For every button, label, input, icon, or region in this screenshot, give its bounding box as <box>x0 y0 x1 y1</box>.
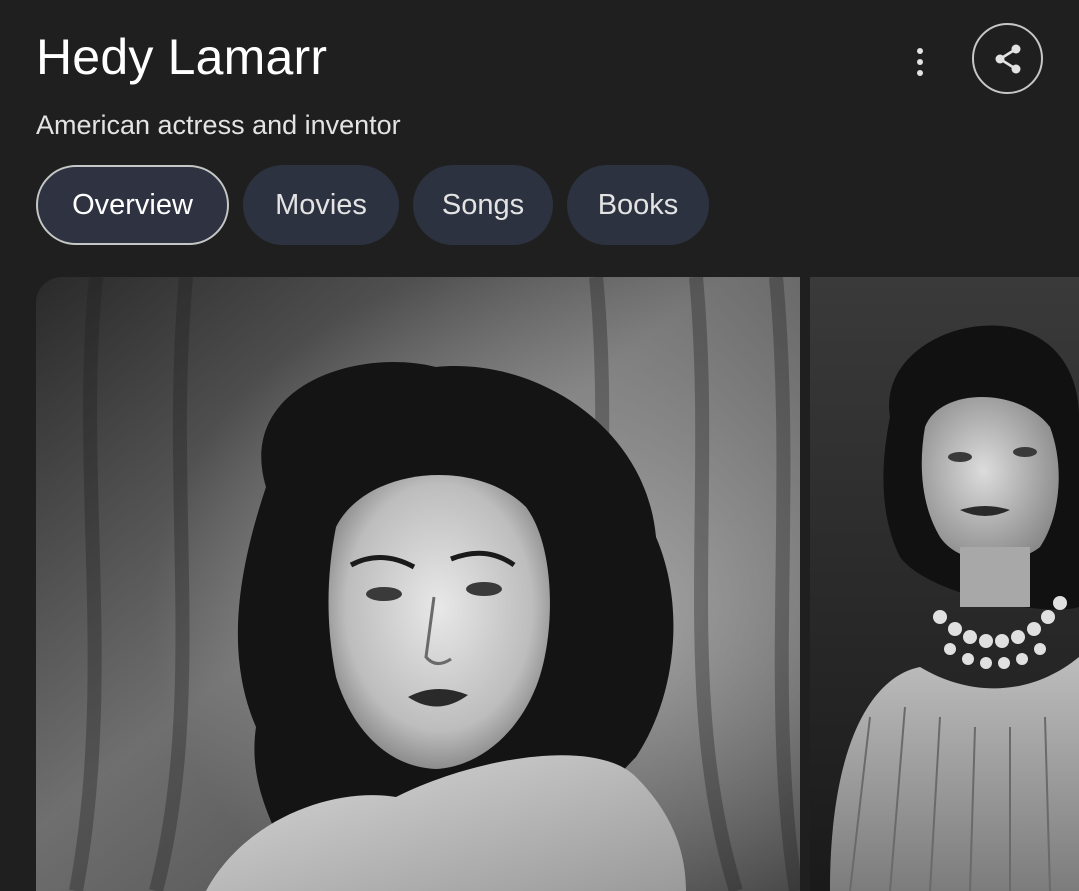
portrait-image <box>36 277 800 891</box>
image-secondary-portrait[interactable] <box>810 277 1079 891</box>
page-title: Hedy Lamarr <box>36 29 328 85</box>
tab-overview[interactable]: Overview <box>36 165 229 245</box>
tab-books[interactable]: Books <box>567 165 709 245</box>
share-button[interactable] <box>972 23 1043 94</box>
more-vert-icon <box>917 48 923 54</box>
entity-description: American actress and inventor <box>36 110 401 140</box>
tab-movies[interactable]: Movies <box>243 165 399 245</box>
share-icon <box>995 44 1020 73</box>
knowledge-panel: Hedy Lamarr American actress and invento… <box>0 0 1079 891</box>
more-options-button[interactable] <box>902 44 938 80</box>
portrait-image-2 <box>810 277 1079 891</box>
image-main-portrait[interactable] <box>36 277 800 891</box>
tab-songs[interactable]: Songs <box>413 165 553 245</box>
